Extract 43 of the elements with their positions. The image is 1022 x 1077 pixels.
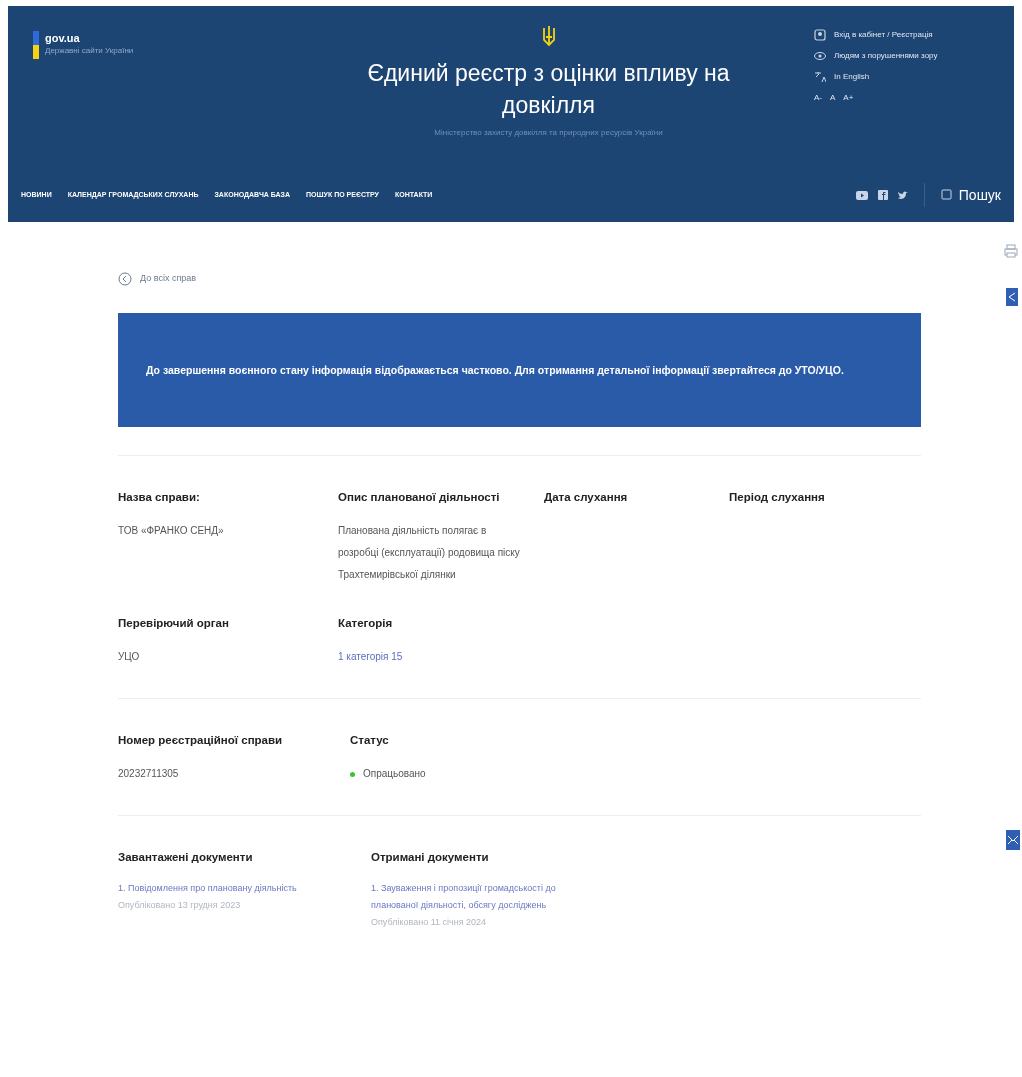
flag-icon (33, 31, 39, 59)
page-title: Єдиний реєстр з оцінки впливу на довкілля (366, 59, 731, 120)
trident-icon (541, 25, 556, 47)
status-text: Опрацьовано (363, 767, 426, 781)
field-value: Планована діяльність полягає в розробці (експлуатації) родовища піску Трахтемирівської ділянки (338, 524, 521, 582)
header-link[interactable]: Вхід в кабінет / Реєстрація (814, 29, 989, 41)
facebook-icon[interactable] (877, 190, 888, 200)
header-link[interactable]: Людям з порушеннями зору (814, 50, 989, 62)
youtube-icon[interactable] (855, 190, 868, 200)
document-date: Опубліковано 11 січня 2024 (371, 916, 488, 929)
back-link[interactable]: До всіх справ (118, 272, 921, 286)
mail-icon[interactable] (1006, 830, 1020, 850)
document-date: Опубліковано 13 грудня 2023 (118, 899, 242, 912)
documents-heading: Отримані документи (371, 850, 490, 865)
field-label: Перевірючий орган (118, 616, 230, 631)
translate-icon (814, 71, 826, 83)
font-size-button[interactable]: A+ (843, 92, 854, 104)
field-label: Статус (350, 733, 390, 748)
documents-heading: Завантажені документи (118, 850, 254, 865)
category-link[interactable]: 1 категорія 15 (338, 646, 528, 668)
user-card-icon (814, 29, 826, 41)
field-label: Назва справи: (118, 490, 201, 505)
field-value: УЦО (118, 650, 141, 664)
share-icon[interactable] (1006, 288, 1018, 306)
document-link[interactable]: 1. Повідомлення про плановану діяльність (118, 880, 321, 897)
font-size-button[interactable]: A- (814, 92, 822, 104)
field-label: Номер реєстраційної справи (118, 733, 284, 748)
field-label: Категорія (338, 616, 394, 631)
field-label: Період слухання (729, 490, 826, 505)
notice-text: До завершення воєнного стану інформація відображається частково. Для отримання детальної інформації звертайтеся до УТО/УЦО. (146, 363, 844, 378)
field-label: Дата слухання (544, 490, 629, 505)
twitter-icon[interactable] (897, 190, 908, 200)
brand-name[interactable]: gov.ua (45, 31, 134, 45)
search-button[interactable]: Пошук (940, 184, 1001, 206)
header-link[interactable]: In English (814, 71, 989, 83)
eye-icon (814, 52, 826, 60)
field-value: ТОВ «ФРАНКО СЕНД» (118, 524, 225, 538)
field-label: Опис планованої діяльності (338, 490, 501, 505)
brand-subtitle: Державні сайти України (45, 45, 134, 57)
font-size-button[interactable]: A (830, 92, 836, 104)
field-value: 20232711305 (118, 767, 180, 781)
document-link[interactable]: 1. Зауваження і пропозиції громадськості до планованої діяльності, обсягу досліджень (371, 880, 577, 914)
ministry-subtitle: Міністерство захисту довкілля та природних ресурсів України (434, 127, 663, 139)
